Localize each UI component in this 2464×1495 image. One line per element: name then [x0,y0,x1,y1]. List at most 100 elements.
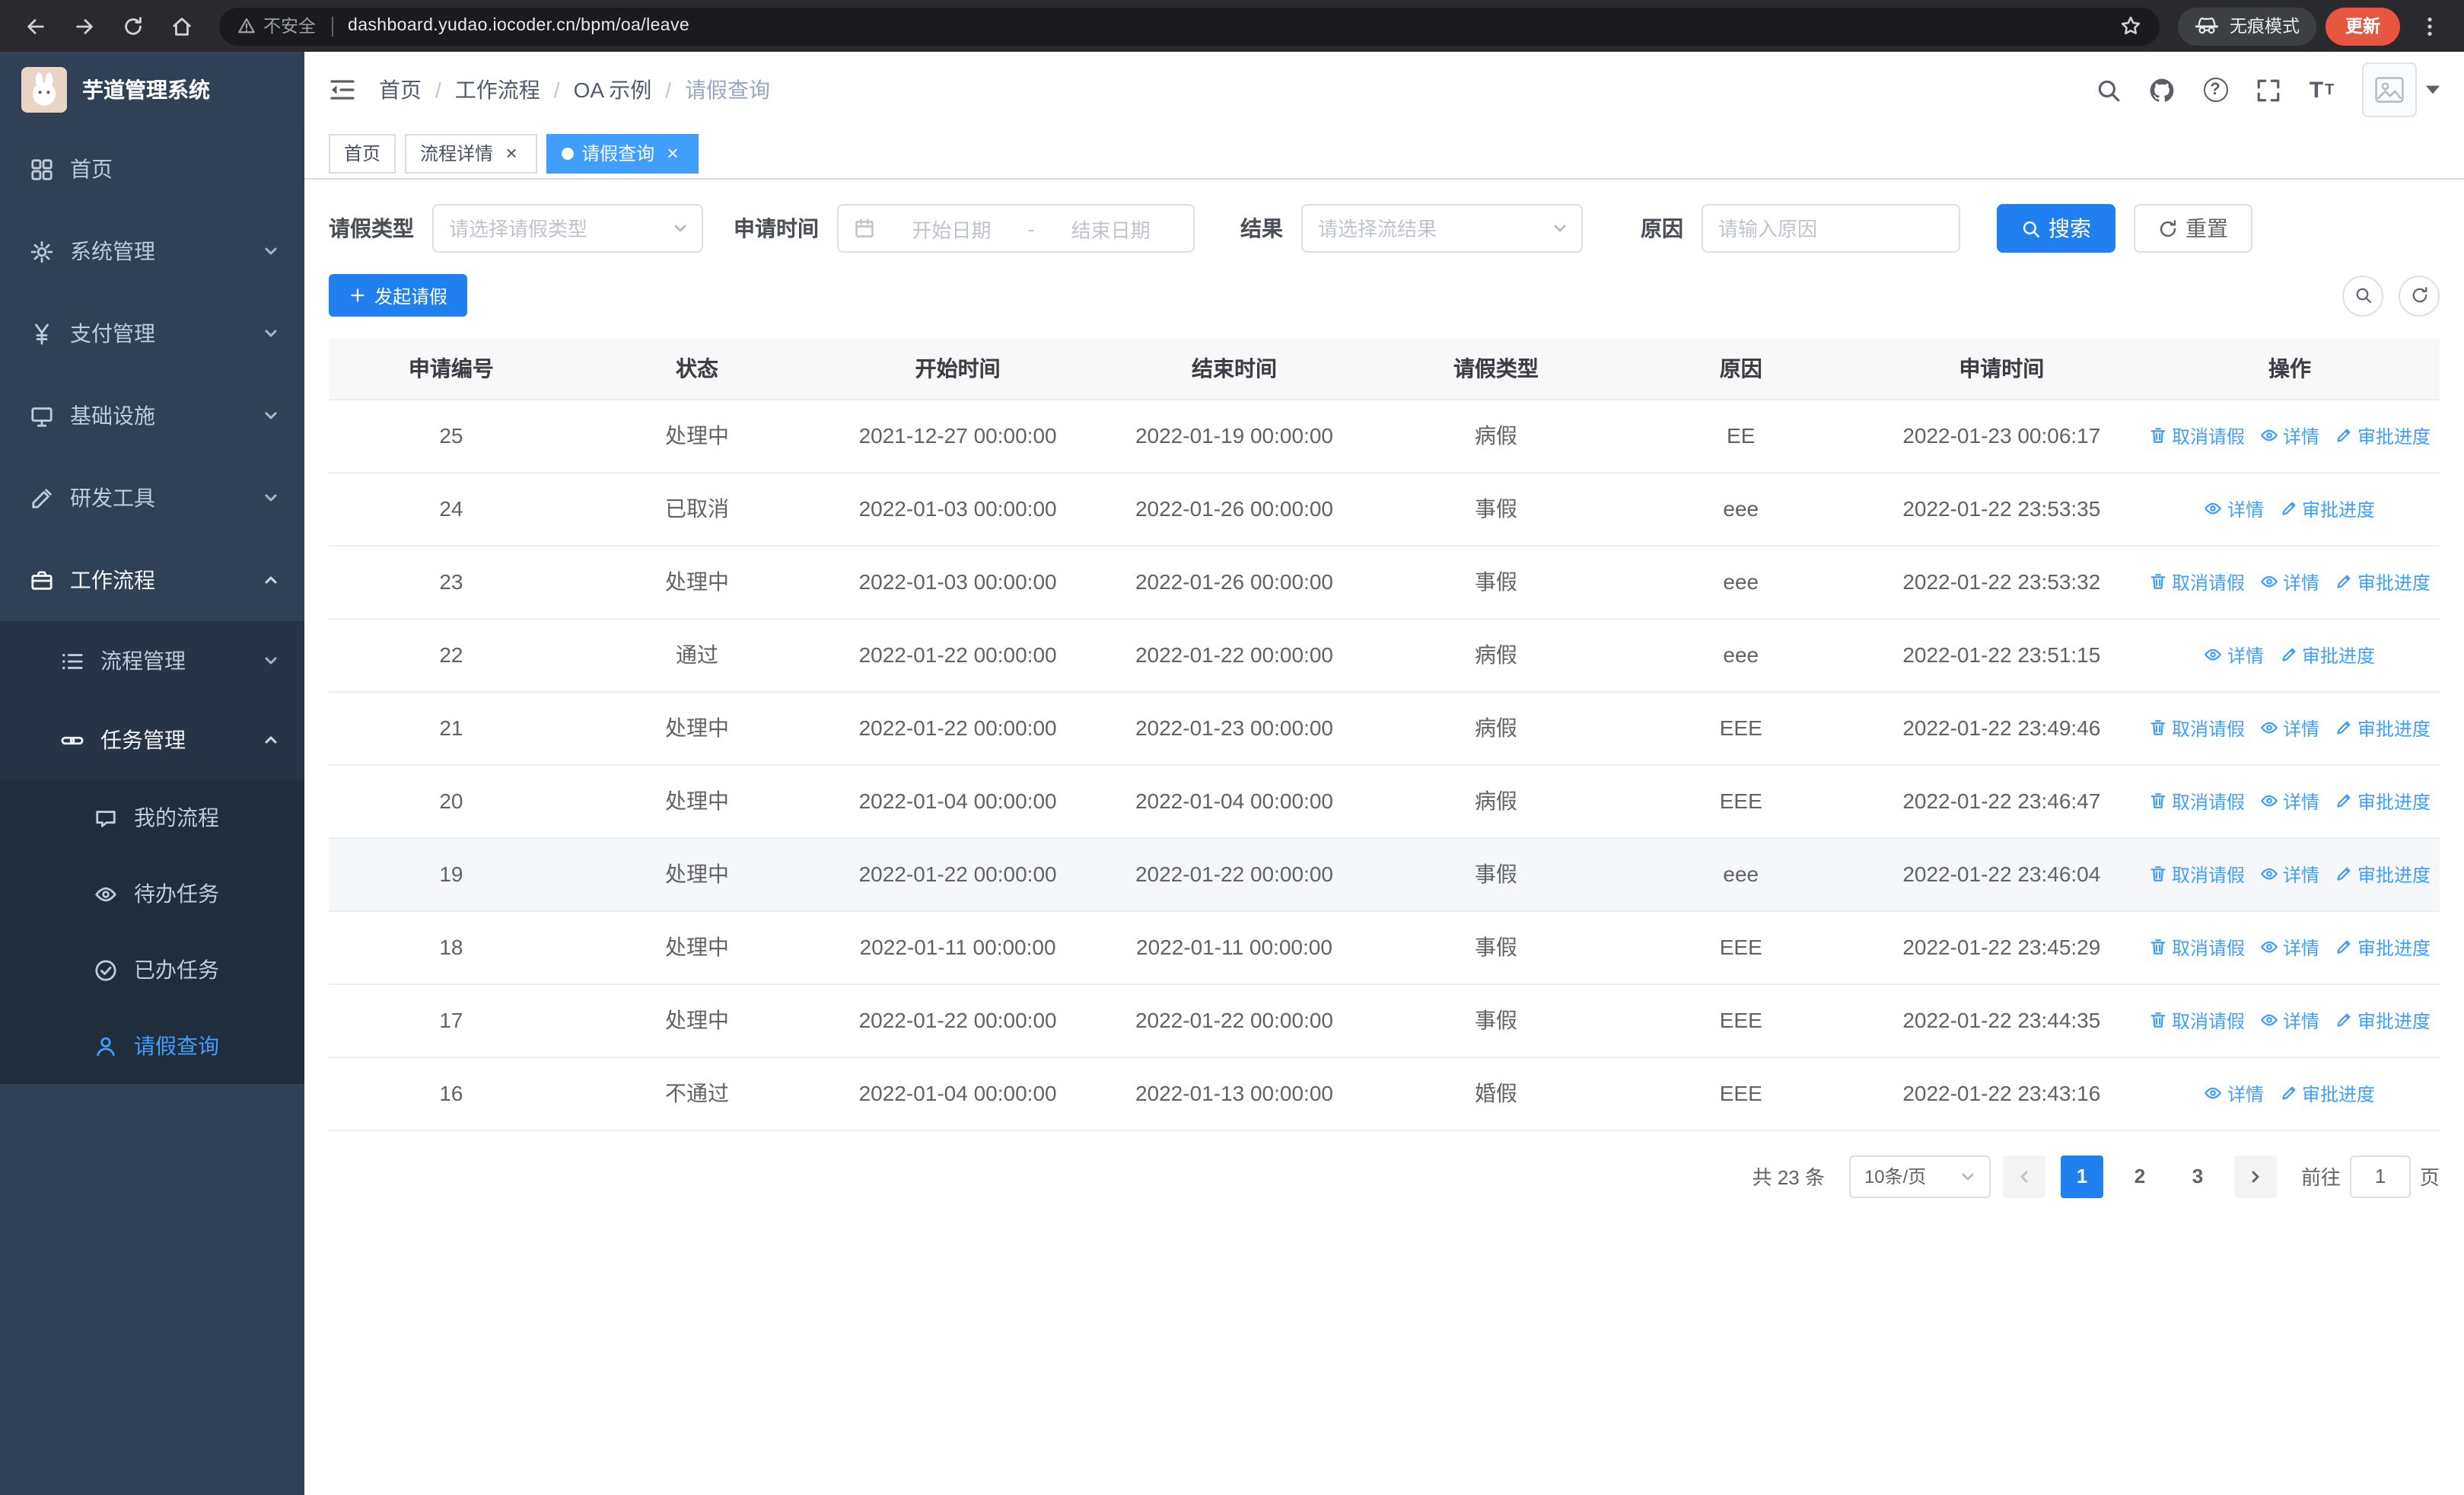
cancel-action[interactable]: 取消请假 [2149,934,2245,960]
font-size-icon[interactable]: TT [2297,64,2347,116]
page-1-button[interactable]: 1 [2060,1155,2103,1197]
cancel-action[interactable]: 取消请假 [2149,422,2245,448]
progress-action[interactable]: 审批进度 [2279,642,2375,668]
user-menu[interactable] [2362,62,2440,117]
progress-action[interactable]: 审批进度 [2279,496,2375,521]
progress-action[interactable]: 审批进度 [2335,1007,2431,1033]
toggle-search-button[interactable] [2342,275,2383,316]
breadcrumb-separator: / [665,78,672,102]
breadcrumb-item[interactable]: 工作流程 [455,75,540,105]
close-icon[interactable]: × [501,142,522,164]
browser-home-icon[interactable] [161,6,201,46]
header-search-icon[interactable] [2084,64,2134,116]
sidebar-item-7[interactable]: 任务管理 [0,700,304,779]
logo[interactable]: 芋道管理系统 [0,52,304,128]
detail-action[interactable]: 详情 [2205,496,2264,521]
goto-page-input[interactable] [2349,1155,2411,1197]
detail-action[interactable]: 详情 [2205,642,2264,668]
github-icon[interactable] [2137,64,2187,116]
detail-action[interactable]: 详情 [2260,569,2319,594]
detail-action[interactable]: 详情 [2260,422,2319,448]
tag-1[interactable]: 流程详情 × [405,133,538,173]
address-bar[interactable]: 不安全 dashboard.yudao.iocoder.cn/bpm/oa/le… [219,7,2160,45]
progress-action[interactable]: 审批进度 [2335,788,2431,814]
sidebar-item-3[interactable]: 基础设施 [0,375,304,457]
yen-icon [30,322,53,345]
cell-reason: EEE [1618,764,1864,838]
chevron-down-icon [1959,1167,1977,1185]
breadcrumb-item[interactable]: 首页 [379,75,422,105]
sidebar-item-8[interactable]: 我的流程 [0,779,304,856]
bookmark-star-icon[interactable] [2120,15,2141,37]
progress-action[interactable]: 审批进度 [2335,569,2431,594]
tag-0[interactable]: 首页 [329,133,396,173]
cancel-action[interactable]: 取消请假 [2149,569,2245,594]
action-label: 取消请假 [2171,572,2245,593]
browser-reload-icon[interactable] [113,6,152,46]
sidebar-toggle-icon[interactable] [329,78,356,102]
detail-action[interactable]: 详情 [2205,1080,2264,1106]
action-label: 详情 [2282,572,2319,593]
progress-action[interactable]: 审批进度 [2335,422,2431,448]
cancel-action[interactable]: 取消请假 [2149,861,2245,887]
update-button[interactable]: 更新 [2326,7,2400,45]
result-input[interactable] [1318,217,1542,240]
help-icon[interactable]: ? [2190,64,2240,116]
search-button[interactable]: 搜索 [1997,204,2115,253]
browser-back-icon[interactable] [15,6,55,46]
sidebar-item-6[interactable]: 流程管理 [0,621,304,700]
trash-icon [2149,572,2167,591]
cancel-action[interactable]: 取消请假 [2149,715,2245,741]
leave-type-select[interactable] [432,204,703,253]
detail-action[interactable]: 详情 [2260,861,2319,887]
security-indicator[interactable]: 不安全 [237,14,316,38]
cell-actions: 取消请假 详情 审批进度 [2140,691,2440,765]
page-2-button[interactable]: 2 [2119,1155,2161,1197]
refresh-table-button[interactable] [2399,275,2440,316]
cell-id: 23 [329,545,574,619]
cancel-action[interactable]: 取消请假 [2149,1007,2245,1033]
sidebar-item-5[interactable]: 工作流程 [0,539,304,621]
progress-action[interactable]: 审批进度 [2279,1080,2375,1106]
detail-action[interactable]: 详情 [2260,1007,2319,1033]
page-size-select[interactable]: 10条/页 [1848,1155,1991,1197]
table-row: 16 不通过 2022-01-04 00:00:00 2022-01-13 00:00… [329,1057,2440,1130]
detail-action[interactable]: 详情 [2260,934,2319,960]
fullscreen-icon[interactable] [2243,64,2294,116]
cancel-action[interactable]: 取消请假 [2149,788,2245,814]
prev-page-button[interactable] [2002,1155,2045,1197]
reason-input[interactable] [1718,217,1944,240]
user-icon [94,1034,117,1057]
sidebar-item-10[interactable]: 已办任务 [0,932,304,1008]
breadcrumb-item[interactable]: OA 示例 [574,75,652,105]
tag-2[interactable]: 请假查询 × [546,133,699,173]
next-page-button[interactable] [2233,1155,2277,1197]
sidebar-item-9[interactable]: 待办任务 [0,856,304,932]
sidebar-item-2[interactable]: 支付管理 [0,292,304,375]
date-range-picker[interactable]: 开始日期 - 结束日期 [837,204,1195,253]
sidebar-item-label: 基础设施 [70,403,155,428]
action-label: 审批进度 [2357,791,2431,812]
close-icon[interactable]: × [662,142,683,164]
sidebar-item-1[interactable]: 系统管理 [0,210,304,292]
page-3-button[interactable]: 3 [2176,1155,2219,1197]
trash-icon [2149,938,2167,956]
reason-field[interactable] [1702,204,1960,253]
incognito-badge: 无痕模式 [2178,7,2316,45]
eye-icon [2205,1084,2223,1102]
leave-type-input[interactable] [449,217,662,240]
sidebar-item-4[interactable]: 研发工具 [0,457,304,539]
sidebar-item-0[interactable]: 首页 [0,128,304,210]
progress-action[interactable]: 审批进度 [2335,861,2431,887]
progress-action[interactable]: 审批进度 [2335,715,2431,741]
edit-icon [2279,645,2297,664]
browser-menu-icon[interactable] [2409,6,2449,46]
reset-button[interactable]: 重置 [2134,204,2252,253]
result-select[interactable] [1301,204,1583,253]
sidebar-item-11[interactable]: 请假查询 [0,1008,304,1084]
browser-forward-icon[interactable] [64,6,103,46]
create-leave-button[interactable]: 发起请假 [329,274,468,317]
detail-action[interactable]: 详情 [2260,788,2319,814]
progress-action[interactable]: 审批进度 [2335,934,2431,960]
detail-action[interactable]: 详情 [2260,715,2319,741]
